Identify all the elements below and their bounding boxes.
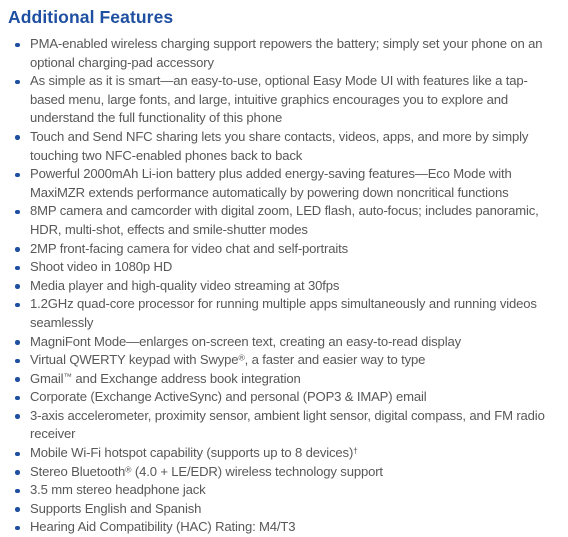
list-item: Media player and high-quality video stre… — [0, 277, 568, 296]
bullet-dot-icon — [15, 209, 20, 215]
list-item-label: MagniFont Mode—enlarges on-screen text, … — [30, 333, 461, 349]
list-item: As simple as it is smart—an easy-to-use,… — [0, 72, 568, 128]
bullet-dot-icon — [15, 377, 20, 382]
bullet-dot-icon — [15, 79, 20, 85]
list-item-label: Touch and Send NFC sharing lets you shar… — [30, 128, 529, 163]
bullet-dot-icon — [15, 488, 20, 494]
bullet-dot-icon — [15, 247, 20, 252]
list-item-label: As simple as it is smart—an easy-to-use,… — [30, 73, 528, 126]
bullet-dot-icon — [15, 42, 20, 47]
list-item: PMA-enabled wireless charging support re… — [0, 35, 568, 72]
feature-spec-page: Additional Features PMA-enabled wireless… — [0, 0, 568, 534]
list-item-label: 1.2GHz quad-core processor for running m… — [30, 296, 537, 330]
bullet-dot-icon — [15, 265, 20, 271]
bullet-dot-icon — [15, 507, 20, 512]
list-item-label: 3.5 mm stereo headphone jack — [30, 482, 206, 498]
list-item-label: Shoot video in 1080p HD — [30, 259, 173, 275]
list-item: Stereo Bluetooth® (4.0 + LE/EDR) wireles… — [0, 463, 568, 482]
bullet-dot-icon — [15, 340, 20, 345]
bullet-dot-icon — [15, 302, 20, 308]
list-item: 3.5 mm stereo headphone jack — [0, 481, 568, 500]
list-item-label: Virtual QWERTY keypad with Swype®, a fas… — [30, 352, 426, 368]
list-item-label: Media player and high-quality video stre… — [30, 277, 340, 293]
bullet-dot-icon — [15, 451, 20, 457]
list-item: Touch and Send NFC sharing lets you shar… — [0, 128, 568, 165]
list-item: Shoot video in 1080p HD — [0, 258, 568, 277]
page-title: Additional Features — [8, 7, 174, 27]
list-item: 2MP front-facing camera for video chat a… — [0, 240, 568, 259]
additional-features-list: PMA-enabled wireless charging support re… — [0, 28, 568, 537]
bullet-dot-icon — [15, 414, 20, 419]
list-item-label: 3-axis accelerometer, proximity sensor, … — [30, 407, 545, 442]
list-item-label: Supports English and Spanish — [30, 500, 202, 516]
list-item-label: PMA-enabled wireless charging support re… — [30, 36, 543, 70]
list-item-label: Stereo Bluetooth® (4.0 + LE/EDR) wireles… — [30, 463, 383, 479]
bullet-dot-icon — [15, 284, 20, 289]
list-item: 8MP camera and camcorder with digital zo… — [0, 202, 568, 239]
list-item: Corporate (Exchange ActiveSync) and pers… — [0, 388, 568, 407]
list-item: Virtual QWERTY keypad with Swype®, a fas… — [0, 351, 568, 370]
list-item-label: Hearing Aid Compatibility (HAC) Rating: … — [30, 519, 296, 535]
list-item: Supports English and Spanish — [0, 500, 568, 519]
list-item: 1.2GHz quad-core processor for running m… — [0, 295, 568, 332]
bullet-dot-icon — [15, 525, 20, 531]
list-item-label: Mobile Wi-Fi hotspot capability (support… — [30, 445, 358, 461]
bullet-dot-icon — [15, 172, 20, 178]
list-item: Gmail™ and Exchange address book integra… — [0, 370, 568, 389]
list-item: MagniFont Mode—enlarges on-screen text, … — [0, 333, 568, 352]
list-item-label: Gmail™ and Exchange address book integra… — [30, 370, 301, 386]
list-item: 3-axis accelerometer, proximity sensor, … — [0, 407, 568, 444]
bullet-dot-icon — [15, 135, 20, 140]
bullet-dot-icon — [15, 395, 20, 401]
bullet-dot-icon — [15, 470, 20, 475]
list-item: Powerful 2000mAh Li-ion battery plus add… — [0, 165, 568, 202]
list-item-label: Powerful 2000mAh Li-ion battery plus add… — [30, 166, 512, 200]
list-item-label: 8MP camera and camcorder with digital zo… — [30, 203, 539, 237]
list-item-label: Corporate (Exchange ActiveSync) and pers… — [30, 389, 427, 405]
list-item: Hearing Aid Compatibility (HAC) Rating: … — [0, 518, 568, 537]
list-item-label: 2MP front-facing camera for video chat a… — [30, 240, 348, 256]
bullet-dot-icon — [15, 358, 20, 364]
list-item: Mobile Wi-Fi hotspot capability (support… — [0, 444, 568, 463]
